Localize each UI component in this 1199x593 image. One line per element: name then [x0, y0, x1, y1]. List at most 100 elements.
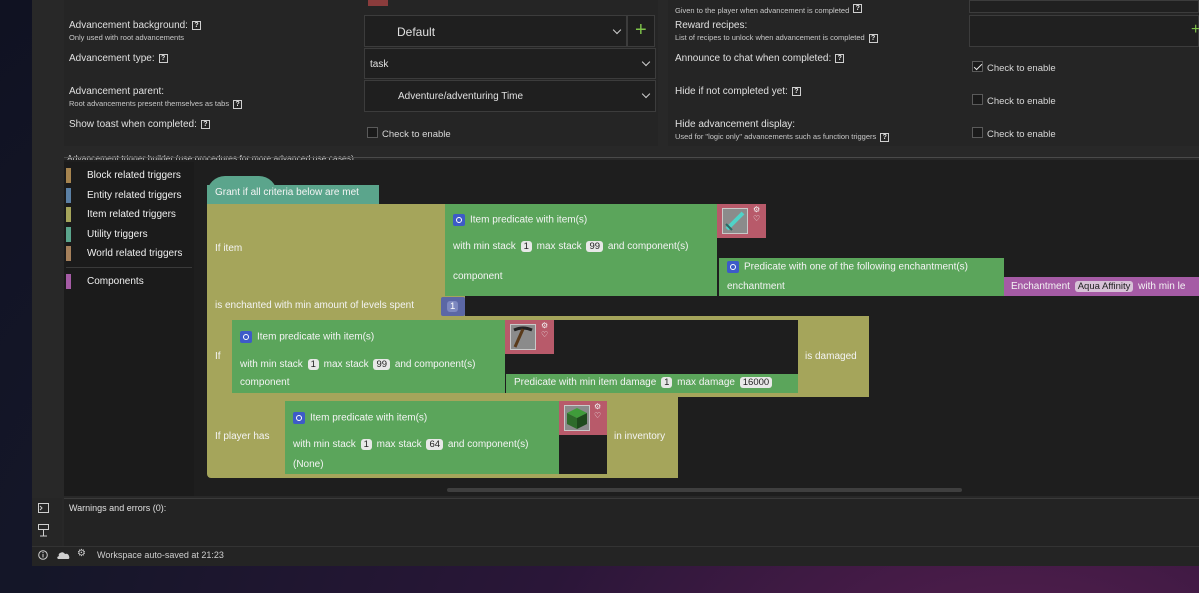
- heart-icon: ♡: [753, 214, 761, 223]
- damage-label: Predicate with min item damage: [514, 377, 657, 388]
- checkbox-icon[interactable]: [972, 127, 983, 139]
- recipes-list[interactable]: +: [969, 15, 1199, 47]
- plus-icon[interactable]: +: [1191, 21, 1199, 39]
- reward-top-sub: Given to the player when advancement is …: [675, 6, 850, 15]
- toast-checkbox-row[interactable]: Check to enable: [367, 124, 451, 142]
- item-picker-2[interactable]: ⚙ ♡: [505, 320, 554, 354]
- build-icon[interactable]: [38, 524, 49, 537]
- category-label: Item related triggers: [87, 209, 176, 220]
- toast-label-group: Show toast when completed:?: [69, 119, 210, 130]
- checkbox-icon[interactable]: [367, 127, 378, 139]
- item-predicate-3[interactable]: Item predicate with item(s) with min sta…: [285, 401, 559, 474]
- item-picker-1[interactable]: ⚙ ♡: [717, 204, 766, 238]
- type-dropdown[interactable]: task: [364, 48, 656, 79]
- ench-field-label: enchantment: [727, 281, 785, 292]
- pred1-min-label: with min stack: [453, 241, 516, 252]
- help-icon[interactable]: ?: [233, 99, 243, 109]
- warnings-label: Warnings and errors (0):: [69, 503, 167, 513]
- pred1-max-label: max stack: [536, 241, 582, 252]
- grant-hat-block[interactable]: Grant if all criteria below are met: [207, 176, 379, 204]
- workspace-scrollbar[interactable]: [447, 488, 962, 492]
- category-color: [66, 168, 71, 183]
- pred2-max-label: max stack: [323, 359, 369, 370]
- background-label: Advancement background:: [69, 20, 188, 31]
- hide-group: Hide if not completed yet:?: [675, 86, 801, 97]
- terminal-icon[interactable]: [38, 503, 49, 513]
- category-color: [66, 246, 71, 261]
- category-color: [66, 188, 71, 203]
- gear-icon[interactable]: ⚙: [541, 321, 548, 330]
- help-icon[interactable]: ?: [868, 33, 878, 43]
- pred1-min-field[interactable]: 1: [520, 241, 532, 252]
- hide-display-checkbox-label: Check to enable: [987, 129, 1056, 140]
- gear-icon[interactable]: [727, 261, 739, 273]
- pred1-max-field[interactable]: 99: [586, 241, 604, 252]
- pred2-min-field[interactable]: 1: [307, 359, 319, 370]
- toolbox-separator: [66, 267, 192, 268]
- heart-icon: ♡: [594, 411, 602, 420]
- pred1-post: and component(s): [607, 241, 689, 252]
- background-label-group: Advancement background:? Only used with …: [69, 20, 201, 42]
- hide-display-checkbox-row[interactable]: Check to enable: [972, 124, 1056, 142]
- damage-predicate[interactable]: Predicate with min item damage 1 max dam…: [506, 374, 798, 393]
- announce-group: Announce to chat when completed:?: [675, 53, 845, 64]
- damage-min-field[interactable]: 1: [661, 377, 673, 388]
- if-player-label: If player has: [215, 431, 270, 442]
- category-label: Entity related triggers: [87, 190, 182, 201]
- ench-block-label: Enchantment: [1011, 281, 1070, 292]
- checkbox-icon[interactable]: [972, 61, 983, 73]
- background-sub: Only used with root advancements: [69, 33, 185, 42]
- gear-icon[interactable]: ⚙: [753, 205, 760, 214]
- damage-max-field[interactable]: 16000: [739, 377, 773, 388]
- reward-item-list[interactable]: [969, 0, 1199, 13]
- toast-checkbox-label: Check to enable: [382, 129, 451, 140]
- item-predicate-2[interactable]: Item predicate with item(s) with min sta…: [232, 320, 505, 393]
- enchanted-value-block[interactable]: 1: [441, 297, 465, 316]
- is-damaged-label: is damaged: [805, 351, 857, 362]
- recipes-label: Reward recipes:: [675, 20, 748, 31]
- help-icon[interactable]: ?: [880, 132, 890, 142]
- gear-icon[interactable]: ⚙: [594, 402, 601, 411]
- ench-value-field[interactable]: Aqua Affinity: [1074, 281, 1134, 292]
- help-icon[interactable]: ?: [158, 53, 168, 63]
- pred3-min-field[interactable]: 1: [360, 439, 372, 450]
- help-icon[interactable]: ?: [853, 4, 863, 14]
- announce-checkbox-row[interactable]: Check to enable: [972, 58, 1056, 76]
- settings-icon[interactable]: ⚙: [77, 548, 86, 559]
- parent-sub: Root advancements present themselves as …: [69, 99, 230, 108]
- type-value: task: [370, 59, 389, 70]
- enchantment-component[interactable]: Enchantment Aqua Affinity with min le: [1004, 277, 1199, 296]
- background-dropdown[interactable]: Default: [364, 15, 627, 47]
- image-slot[interactable]: [368, 0, 388, 6]
- parent-dropdown[interactable]: Adventure/adventuring Time: [364, 80, 656, 112]
- help-icon[interactable]: ?: [835, 53, 845, 63]
- pred3-none: (None): [293, 459, 324, 470]
- cloud-icon[interactable]: [56, 550, 70, 560]
- announce-label: Announce to chat when completed:: [675, 53, 832, 64]
- gear-icon[interactable]: [293, 412, 305, 424]
- enchantment-predicate[interactable]: Predicate with one of the following ench…: [719, 258, 1004, 296]
- pred2-component: component: [240, 377, 290, 388]
- gear-icon[interactable]: [240, 331, 252, 343]
- help-icon[interactable]: ?: [791, 86, 801, 96]
- chevron-down-icon: [641, 89, 651, 99]
- pred2-title: Item predicate with item(s): [257, 331, 375, 343]
- if-item-block[interactable]: If item is enchanted with min amount of …: [207, 204, 465, 316]
- help-icon[interactable]: ?: [200, 119, 210, 129]
- help-icon[interactable]: ?: [191, 20, 201, 30]
- toast-label: Show toast when completed:: [69, 119, 197, 130]
- info-icon[interactable]: [38, 550, 48, 560]
- category-color: [66, 274, 71, 289]
- enchanted-value[interactable]: 1: [447, 301, 459, 312]
- item-picker-3[interactable]: ⚙ ♡: [559, 401, 607, 435]
- add-background-button[interactable]: +: [627, 15, 655, 47]
- if-item-label: If item: [215, 243, 243, 254]
- pred3-max-field[interactable]: 64: [426, 439, 444, 450]
- checkbox-icon[interactable]: [972, 94, 983, 106]
- pred2-max-field[interactable]: 99: [373, 359, 391, 370]
- gear-icon[interactable]: [453, 214, 465, 226]
- recipes-group: Reward recipes: List of recipes to unloc…: [675, 20, 878, 43]
- parent-value: Adventure/adventuring Time: [398, 91, 524, 102]
- item-predicate-1[interactable]: Item predicate with item(s) with min sta…: [445, 204, 717, 296]
- hide-checkbox-row[interactable]: Check to enable: [972, 91, 1056, 109]
